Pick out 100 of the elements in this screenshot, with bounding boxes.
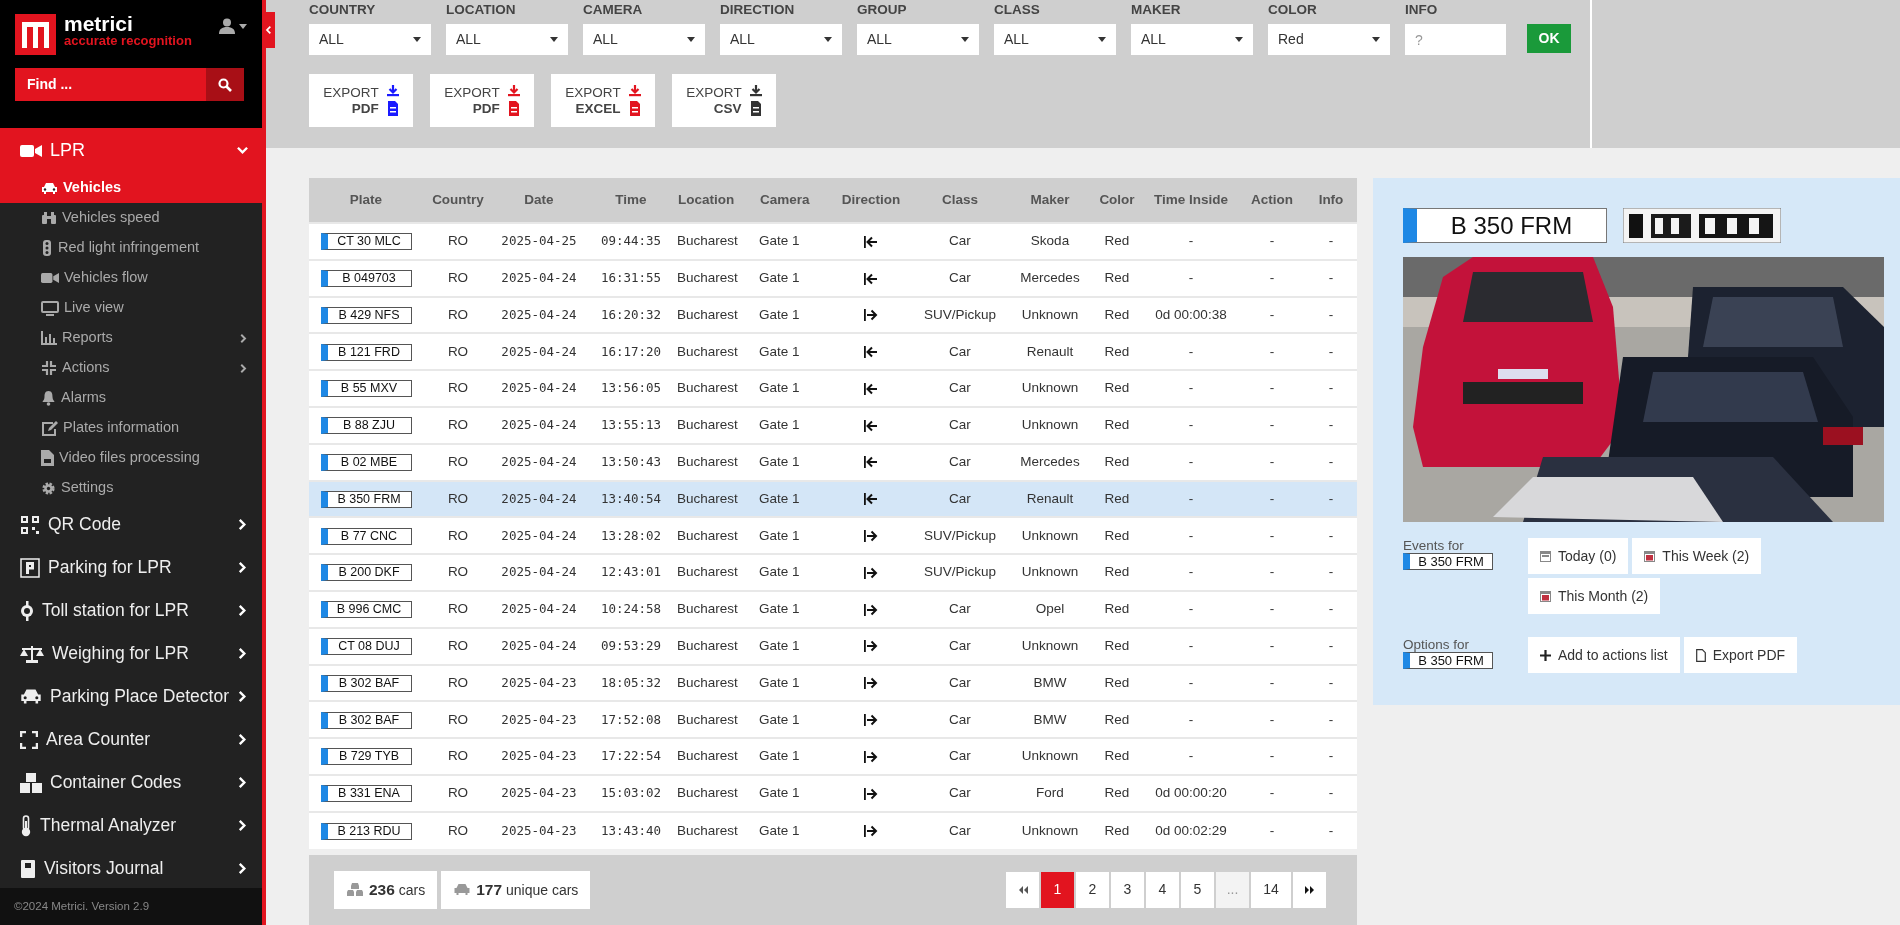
filter-select[interactable]: ALL (1131, 24, 1253, 55)
page-button[interactable]: 14 (1251, 871, 1291, 908)
table-cell: Skoda (1030, 233, 1070, 249)
table-row[interactable]: B 729 TYB RO 2025-04-23 17:22:54 Bucharest Gate 1 Car Unknown Red - - - (309, 738, 1357, 775)
column-header[interactable]: Country (423, 178, 493, 223)
filter-select[interactable]: ALL (720, 24, 842, 55)
filter-select[interactable]: ALL (994, 24, 1116, 55)
table-row[interactable]: B 049703 RO 2025-04-24 16:31:55 Bucharest Gate 1 Car Mercedes Red - - - (309, 259, 1357, 297)
event-filter-button[interactable]: This Week (2) (1632, 538, 1762, 574)
export-button[interactable]: EXPORT PDF (309, 74, 413, 127)
table-row[interactable]: B 121 FRD RO 2025-04-24 16:17:20 Bucharest Gate 1 Car Renault Red - - - (309, 333, 1357, 371)
table-cell: BMW (1033, 711, 1067, 727)
search-box[interactable]: Find ... (15, 68, 244, 101)
column-header[interactable]: Color (1091, 178, 1143, 223)
filter-select[interactable]: ALL (446, 24, 568, 55)
chevron-right-icon (237, 691, 248, 702)
table-cell: - (1188, 380, 1194, 396)
page-button[interactable]: 5 (1181, 871, 1214, 908)
page-button[interactable]: 3 (1111, 871, 1144, 908)
menu-item[interactable]: Area Counter (0, 718, 262, 761)
page-button[interactable]: 4 (1146, 871, 1179, 908)
table-cell: - (1328, 380, 1334, 396)
menu-item[interactable]: Toll station for LPR (0, 589, 262, 632)
filter-select[interactable]: ALL (583, 24, 705, 55)
menu-item[interactable]: Parking Place Detector (0, 675, 262, 718)
submenu-label: Live view (64, 298, 124, 318)
add-to-list-button[interactable]: Add to actions list (1528, 637, 1680, 673)
export-pdf-button[interactable]: Export PDF (1683, 637, 1798, 673)
export-button[interactable]: EXPORT EXCEL (551, 74, 655, 127)
search-field[interactable]: Find ... (15, 68, 206, 101)
table-row[interactable]: B 302 BAF RO 2025-04-23 18:05:32 Bucharest Gate 1 Car BMW Red - - - (309, 664, 1357, 702)
column-header[interactable]: Class (911, 178, 1009, 223)
submenu-label: Vehicles speed (62, 208, 160, 228)
first-page-button[interactable] (1006, 871, 1039, 908)
submenu-item[interactable]: Settings (0, 473, 262, 503)
menu-item[interactable]: LPR (0, 128, 262, 173)
submenu-item[interactable]: Vehicles flow (0, 263, 262, 293)
table-row[interactable]: B 429 NFS RO 2025-04-24 16:20:32 Bucharest Gate 1 SUV/Pickup Unknown Red 0d 00:00:38 - - (309, 296, 1357, 334)
filter-select[interactable]: Red (1268, 24, 1390, 55)
column-header[interactable]: Maker (1009, 178, 1091, 223)
section-label: Options for (1403, 637, 1471, 652)
menu-item[interactable]: Container Codes (0, 761, 262, 804)
ok-button[interactable]: OK (1527, 24, 1571, 53)
filter-select[interactable]: ALL (309, 24, 431, 55)
submenu-item[interactable]: Reports (0, 323, 262, 353)
export-button[interactable]: EXPORT PDF (430, 74, 534, 127)
user-menu-button[interactable] (219, 18, 247, 34)
page-button[interactable]: 2 (1076, 871, 1109, 908)
table-row[interactable]: B 213 RDU RO 2025-04-23 13:43:40 Bucharest Gate 1 Car Unknown Red 0d 00:02:29 - - (309, 811, 1357, 849)
table-cell: SUV/Pickup (924, 564, 996, 580)
table-cell: Car (949, 343, 971, 359)
table-row[interactable]: B 200 DKF RO 2025-04-24 12:43:01 Bucharest Gate 1 SUV/Pickup Unknown Red - - - (309, 554, 1357, 591)
column-header[interactable]: Info (1305, 178, 1357, 223)
submenu-item[interactable]: Plates information (0, 413, 262, 443)
column-header[interactable]: Location (677, 178, 759, 223)
last-page-button[interactable] (1293, 871, 1326, 908)
collapse-sidebar-button[interactable] (262, 12, 275, 48)
table-cell: SUV/Pickup (924, 306, 996, 322)
menu-item[interactable]: Thermal Analyzer (0, 804, 262, 847)
column-header[interactable]: Time (585, 178, 677, 223)
table-row[interactable]: B 55 MXV RO 2025-04-24 13:56:05 Bucharest Gate 1 Car Unknown Red - - - (309, 370, 1357, 407)
table-cell: 17:22:54 (600, 748, 662, 764)
column-header[interactable]: Direction (831, 178, 911, 223)
column-header[interactable]: Camera (759, 178, 831, 223)
table-row[interactable]: B 88 ZJU RO 2025-04-24 13:55:13 Bucharest Gate 1 Car Unknown Red - - - (309, 407, 1357, 444)
event-filter-button[interactable]: This Month (2) (1528, 578, 1661, 614)
menu-item[interactable]: QR Code (0, 503, 262, 546)
submenu-item[interactable]: Live view (0, 293, 262, 323)
table-cell: RO (447, 674, 469, 690)
table-row[interactable]: B 350 FRM RO 2025-04-24 13:40:54 Bucharest Gate 1 Car Renault Red - - - (309, 480, 1357, 518)
column-header[interactable]: Date (493, 178, 585, 223)
table-cell: RO (447, 233, 469, 249)
menu-item[interactable]: Weighing for LPR (0, 632, 262, 675)
table-row[interactable]: B 331 ENA RO 2025-04-23 15:03:02 Bucharest Gate 1 Car Ford Red 0d 00:00:20 - - (309, 774, 1357, 812)
table-row[interactable]: CT 08 DUJ RO 2025-04-24 09:53:29 Bucharest Gate 1 Car Unknown Red - - - (309, 627, 1357, 665)
info-field[interactable]: ? (1405, 24, 1506, 55)
table-cell: Gate 1 (759, 417, 800, 433)
column-header[interactable]: Plate (309, 178, 423, 223)
table-row[interactable]: B 77 CNC RO 2025-04-24 13:28:02 Bucharest Gate 1 SUV/Pickup Unknown Red - - - (309, 517, 1357, 555)
submenu-item[interactable]: Vehicles speed (0, 203, 262, 233)
search-button[interactable] (206, 68, 244, 101)
submenu-item[interactable]: Video files processing (0, 443, 262, 473)
table-cell: Gate 1 (759, 233, 800, 249)
submenu-item[interactable]: Vehicles (0, 173, 262, 203)
submenu-item[interactable]: Actions (0, 353, 262, 383)
submenu-item[interactable]: Alarms (0, 383, 262, 413)
column-header[interactable]: Action (1239, 178, 1305, 223)
event-filter-button[interactable]: Today (0) (1528, 538, 1629, 574)
table-cell: Red (1104, 490, 1130, 506)
table-row[interactable]: CT 30 MLC RO 2025-04-25 09:44:35 Bucharest Gate 1 Car Skoda Red - - - (309, 223, 1357, 260)
filter-label: INFO (1405, 1, 1439, 19)
export-button[interactable]: EXPORT CSV (672, 74, 776, 127)
column-header[interactable]: Time Inside (1143, 178, 1239, 223)
page-button[interactable]: 1 (1041, 871, 1074, 908)
filter-select[interactable]: ALL (857, 24, 979, 55)
menu-item[interactable]: Parking for LPR (0, 546, 262, 589)
table-row[interactable]: B 996 CMC RO 2025-04-24 10:24:58 Bucharest Gate 1 Car Opel Red - - - (309, 590, 1357, 628)
table-row[interactable]: B 302 BAF RO 2025-04-23 17:52:08 Bucharest Gate 1 Car BMW Red - - - (309, 701, 1357, 739)
menu-item[interactable]: Visitors Journal (0, 847, 262, 890)
submenu-item[interactable]: Red light infringement (0, 233, 262, 263)
